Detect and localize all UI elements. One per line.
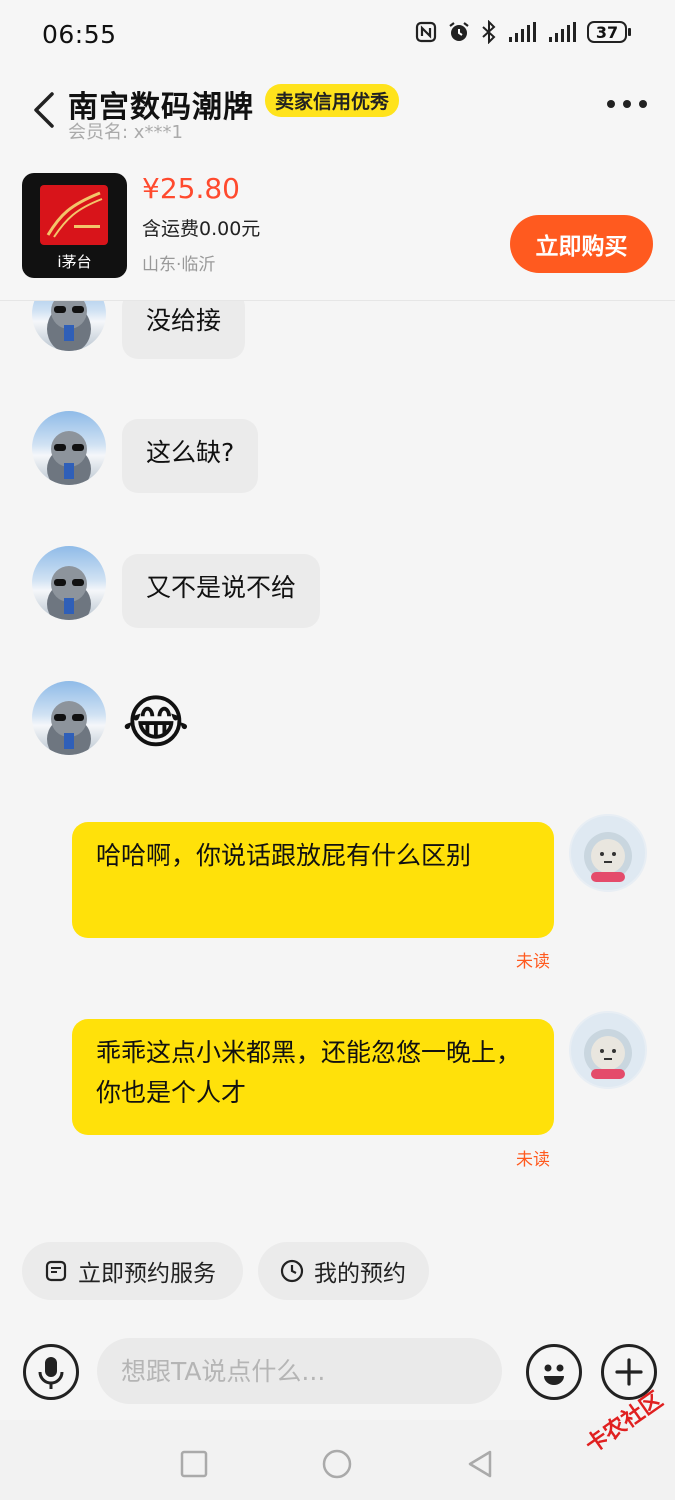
signal-icon — [509, 22, 536, 42]
product-card[interactable]: i茅台 ¥25.80 含运费0.00元 山东·临沂 立即购买 — [0, 160, 675, 301]
emoji-button[interactable] — [526, 1344, 582, 1400]
message-list[interactable]: 没给接 这么缺? 又不是说不给 😂 哈哈啊，你说话跟放屁有什么区别 未读 乖乖这… — [0, 301, 675, 1231]
message-bubble: 又不是说不给 — [122, 554, 321, 628]
bluetooth-icon — [482, 20, 496, 44]
seller-avatar[interactable] — [32, 411, 106, 485]
message-bubble: 乖乖这点小米都黑，还能忽悠一晚上，你也是个人才 — [72, 1019, 554, 1135]
microphone-icon — [38, 1357, 64, 1389]
moutai-logo-icon — [40, 185, 108, 245]
alarm-icon — [449, 22, 469, 41]
recent-apps-icon[interactable] — [180, 1450, 208, 1478]
seller-avatar[interactable] — [32, 546, 106, 620]
product-thumb-label: i茅台 — [57, 253, 92, 271]
buy-now-button[interactable]: 立即购买 — [510, 215, 653, 273]
quick-action-book-service[interactable]: 立即预约服务 — [22, 1242, 243, 1300]
credit-badge: 卖家信用优秀 — [265, 84, 400, 117]
back-nav-icon[interactable] — [466, 1449, 494, 1479]
message-bubble: 哈哈啊，你说话跟放屁有什么区别 — [72, 822, 554, 938]
system-nav-bar — [0, 1420, 675, 1500]
product-price: ¥25.80 — [142, 172, 240, 205]
product-thumbnail[interactable]: i茅台 — [22, 173, 127, 278]
input-bar — [0, 1320, 675, 1420]
seller-avatar[interactable] — [32, 681, 106, 755]
quick-action-label: 我的预约 — [314, 1261, 406, 1287]
message-bubble: 没给接 — [122, 301, 246, 359]
message-bubble: 这么缺? — [122, 419, 259, 493]
clock-icon — [280, 1259, 304, 1283]
status-time: 06:55 — [42, 20, 117, 49]
message-input[interactable] — [97, 1338, 502, 1404]
shipping-fee: 含运费0.00元 — [142, 218, 261, 240]
chat-header: 南宫数码潮牌 卖家信用优秀 会员名: x***1 — [0, 70, 675, 160]
home-icon[interactable] — [322, 1449, 352, 1479]
calendar-note-icon — [45, 1260, 67, 1282]
member-name: 会员名: x***1 — [68, 122, 183, 143]
quick-action-label: 立即预约服务 — [78, 1261, 216, 1287]
user-avatar[interactable] — [569, 1011, 647, 1089]
seller-avatar[interactable] — [32, 301, 106, 351]
nfc-icon — [415, 21, 437, 43]
quick-action-my-booking[interactable]: 我的预约 — [258, 1242, 429, 1300]
user-avatar[interactable] — [569, 814, 647, 892]
status-icons: 37 — [415, 20, 631, 44]
unread-status: 未读 — [516, 952, 550, 972]
emoji-message: 😂 — [122, 688, 190, 756]
smiley-icon — [544, 1364, 564, 1385]
back-arrow-icon[interactable] — [30, 90, 60, 130]
seller-location: 山东·临沂 — [142, 255, 216, 275]
status-bar: 06:55 37 — [0, 0, 675, 70]
voice-button[interactable] — [23, 1344, 79, 1400]
unread-status: 未读 — [516, 1150, 550, 1170]
more-options-icon[interactable] — [607, 100, 647, 108]
battery-icon: 37 — [587, 21, 631, 43]
signal-icon-2 — [549, 22, 576, 42]
